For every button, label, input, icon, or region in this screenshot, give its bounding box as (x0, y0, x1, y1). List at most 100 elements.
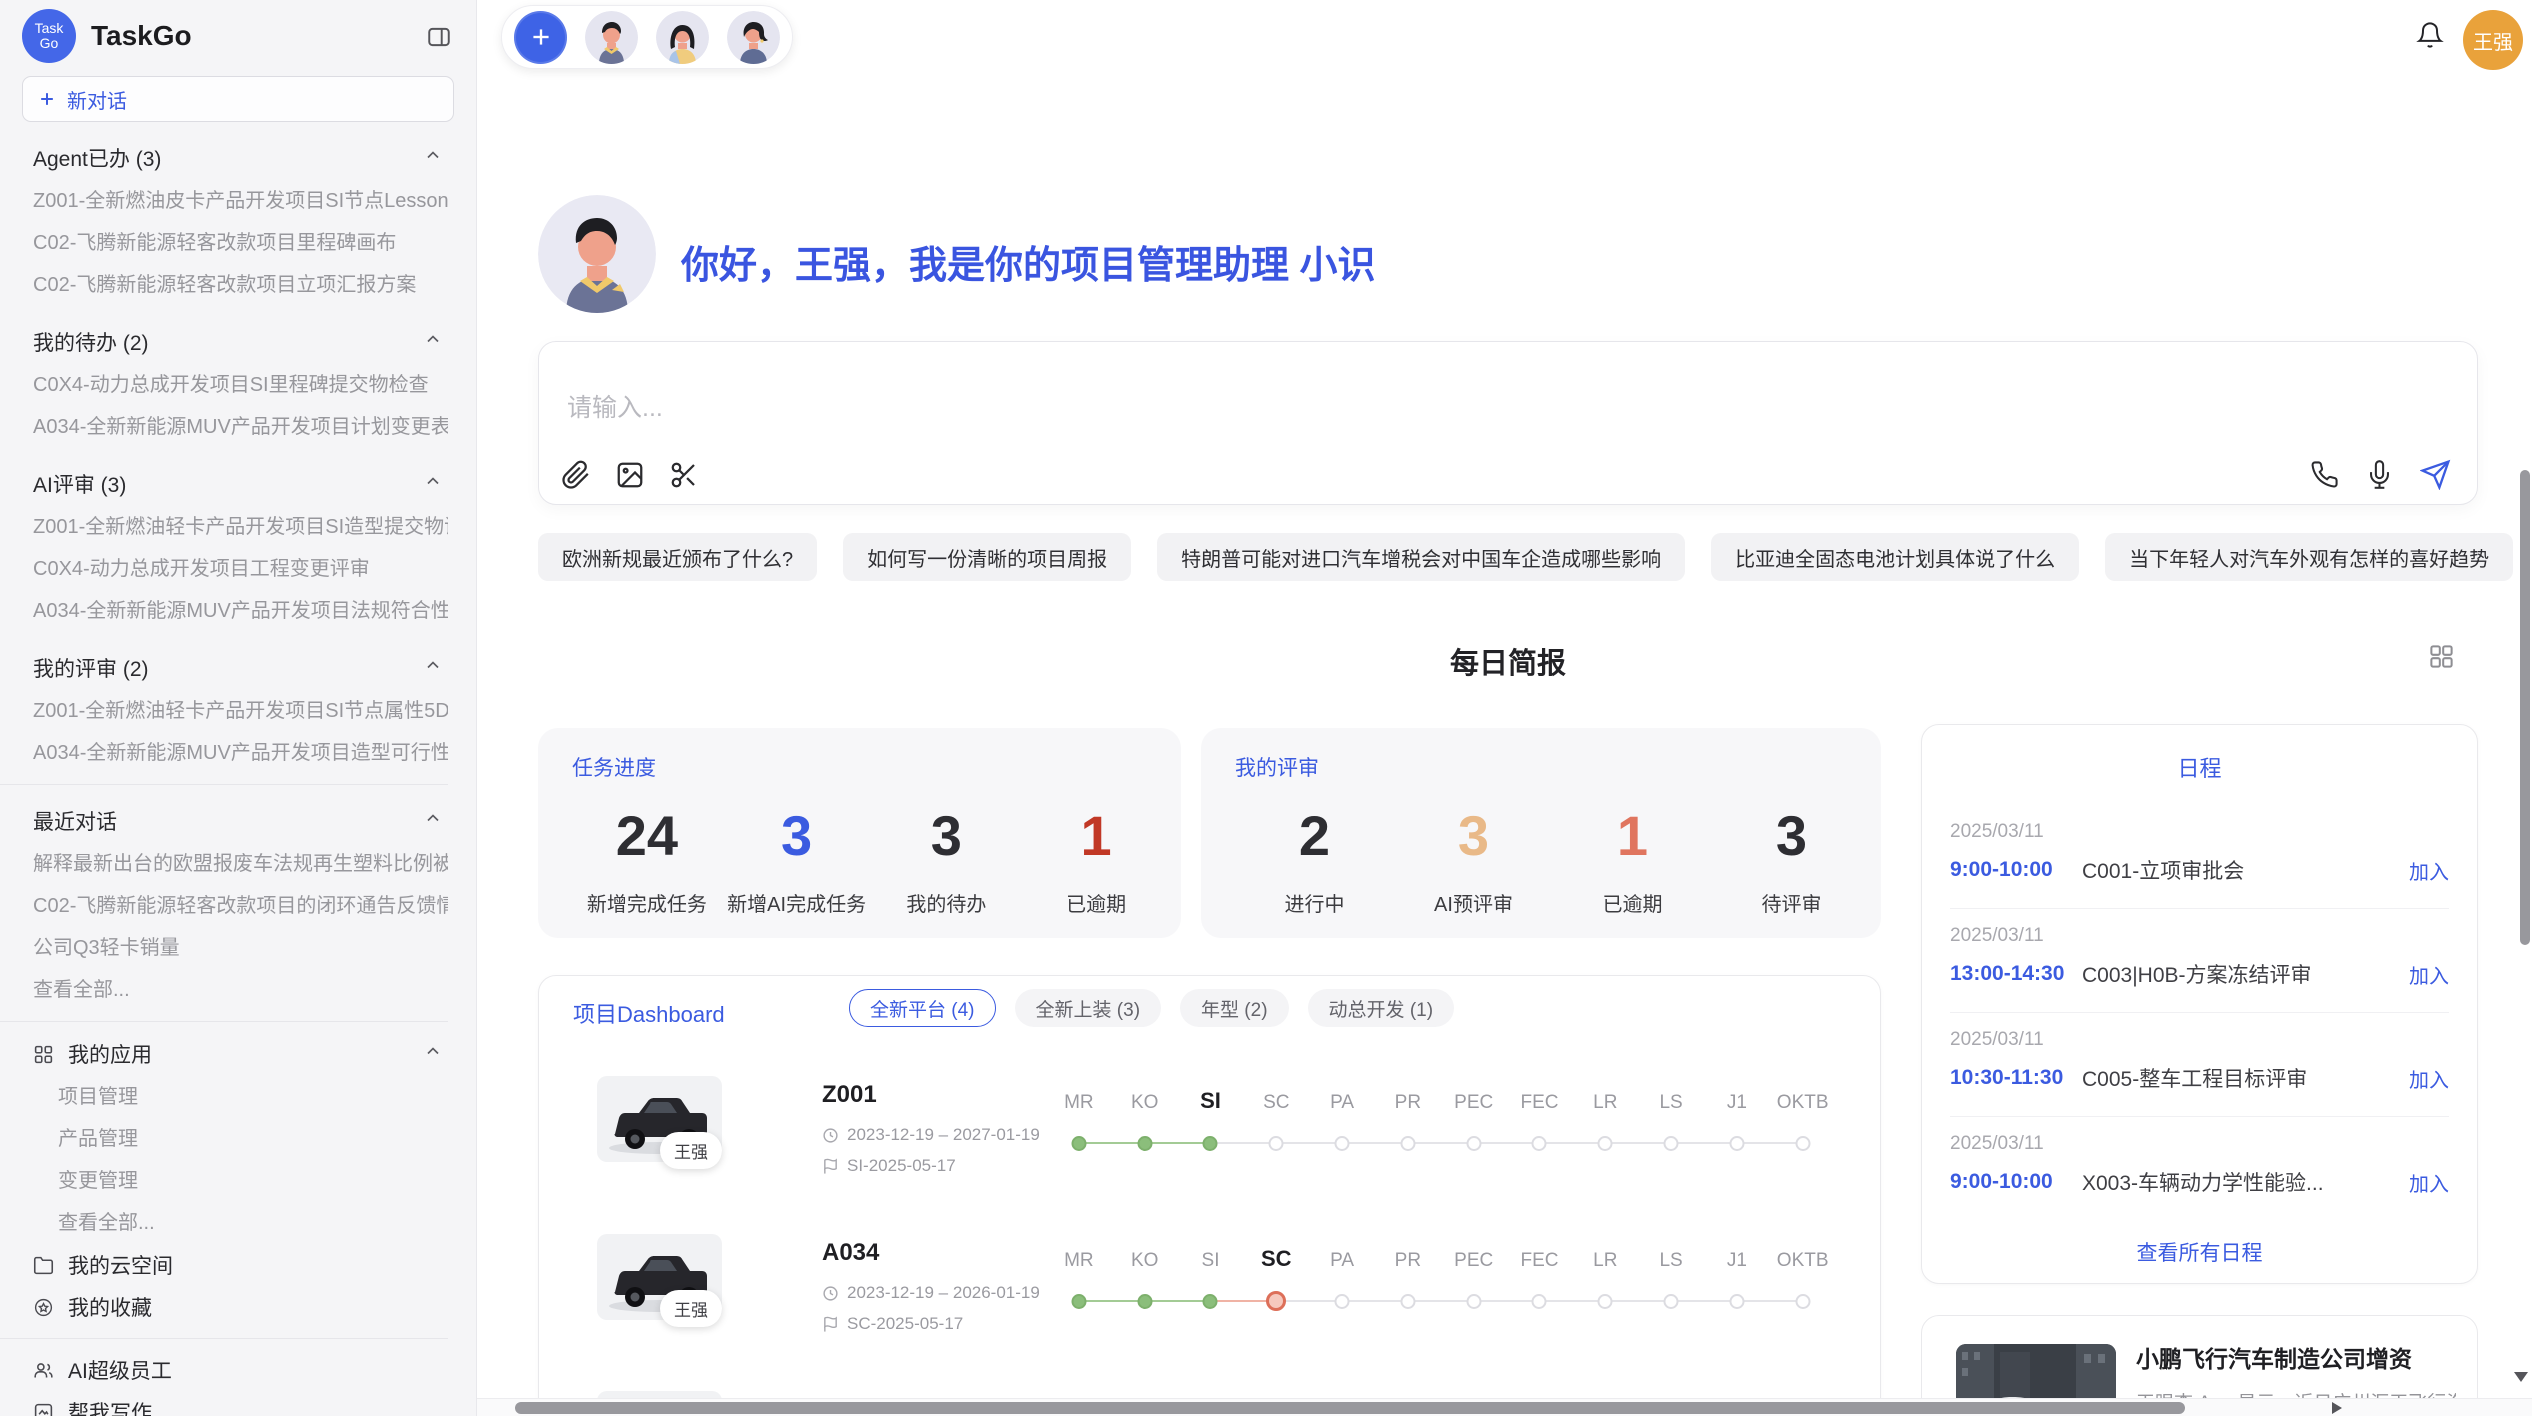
event-title: C003|H0B-方案冻结评审 (2082, 959, 2409, 989)
list-item[interactable]: C02-飞腾新能源轻客改款项目的闭环通告反馈情况 (0, 885, 448, 927)
horizontal-scrollbar[interactable] (477, 1398, 2532, 1416)
horizontal-scrollbar-thumb[interactable] (515, 1402, 2185, 1414)
chevron-up-icon[interactable] (423, 1041, 443, 1067)
suggestion-chip[interactable]: 如何写一份清晰的项目周报 (843, 533, 1131, 581)
milestone: FEC (1507, 1076, 1573, 1176)
section-ai-review[interactable]: AI评审 (3) (0, 462, 448, 506)
section-my-review[interactable]: 我的评审 (2) (0, 646, 448, 690)
milestone-dot (1203, 1294, 1218, 1309)
app-link-change[interactable]: 变更管理 (0, 1160, 448, 1202)
composer-left-icons (561, 460, 699, 490)
milestone-dot (1269, 1136, 1284, 1151)
favorites-link[interactable]: 我的收藏 (0, 1286, 448, 1328)
list-item[interactable]: Z001-全新燃油轻卡产品开发项目SI节点属性5D文件评审 (0, 690, 448, 732)
scissors-icon[interactable] (669, 460, 699, 490)
clock-icon (822, 1285, 839, 1302)
image-icon[interactable] (615, 460, 645, 490)
project-row[interactable]: 王强 Z001 2023-12-19 – 2027-01-19 SI-2025-… (539, 1076, 1880, 1226)
ai-employee-link[interactable]: AI超级员工 (0, 1349, 448, 1391)
milestone-timeline: MR KO SI SC PA PR PEC FEC LR LS J1 OKTB (1046, 1234, 1836, 1334)
list-item[interactable]: C02-飞腾新能源轻客改款项目立项汇报方案 (0, 264, 448, 306)
join-link[interactable]: 加入 (2409, 960, 2449, 989)
stat: 24 新增完成任务 (572, 808, 722, 917)
scroll-down-arrow[interactable] (2514, 1372, 2528, 1382)
list-item[interactable]: C0X4-动力总成开发项目SI里程碑提交物检查 (0, 364, 448, 406)
logo-text-bottom: Go (40, 36, 59, 51)
logo-row: Task Go TaskGo (0, 0, 476, 72)
view-all-schedule-link[interactable]: 查看所有日程 (1922, 1237, 2477, 1267)
tab-powertrain[interactable]: 动总开发 (1) (1308, 989, 1455, 1027)
write-doc-icon (33, 1402, 54, 1416)
join-link[interactable]: 加入 (2409, 856, 2449, 885)
milestone: MR (1046, 1234, 1112, 1334)
chevron-up-icon[interactable] (423, 808, 443, 834)
event-title: C001-立项审批会 (2082, 855, 2409, 885)
attachment-icon[interactable] (561, 460, 591, 490)
suggestion-chip[interactable]: 欧洲新规最近颁布了什么? (538, 533, 817, 581)
list-item[interactable]: Z001-全新燃油皮卡产品开发项目SI节点Lesson Learn报告 (0, 180, 448, 222)
section-my-todo[interactable]: 我的待办 (2) (0, 320, 448, 364)
tab-platform[interactable]: 全新平台 (4) (849, 989, 996, 1027)
chevron-up-icon[interactable] (423, 145, 443, 171)
section-agent-done[interactable]: Agent已办 (3) (0, 136, 448, 180)
list-item[interactable]: C0X4-动力总成开发项目工程变更评审 (0, 548, 448, 590)
event-date: 2025/03/11 (1950, 1013, 2449, 1051)
cloud-space-link[interactable]: 我的云空间 (0, 1244, 448, 1286)
microphone-icon[interactable] (2365, 460, 2394, 489)
suggestion-chip[interactable]: 比亚迪全固态电池计划具体说了什么 (1711, 533, 2079, 581)
clock-icon (822, 1127, 839, 1144)
owner-badge: 王强 (660, 1132, 722, 1169)
milestone: PEC (1441, 1076, 1507, 1176)
section-my-apps[interactable]: 我的应用 (0, 1032, 448, 1076)
sidebar-nav: Agent已办 (3) Z001-全新燃油皮卡产品开发项目SI节点Lesson … (0, 136, 476, 1416)
chevron-up-icon[interactable] (423, 655, 443, 681)
tab-upfit[interactable]: 全新上装 (3) (1015, 989, 1162, 1027)
join-link[interactable]: 加入 (2409, 1064, 2449, 1093)
help-writing-link[interactable]: 帮我写作 (0, 1391, 448, 1416)
tab-model-year[interactable]: 年型 (2) (1180, 989, 1289, 1027)
list-item[interactable]: C02-飞腾新能源轻客改款项目里程碑画布 (0, 222, 448, 264)
app-link-project[interactable]: 项目管理 (0, 1076, 448, 1118)
view-all-chats[interactable]: 查看全部... (0, 969, 448, 1011)
join-link[interactable]: 加入 (2409, 1168, 2449, 1197)
section-recent-chats[interactable]: 最近对话 (0, 799, 448, 843)
list-item[interactable]: 解释最新出台的欧盟报废车法规再生塑料比例被调至15%... (0, 843, 448, 885)
agent-avatar[interactable] (656, 11, 709, 64)
user-avatar[interactable]: 王强 (2463, 10, 2523, 70)
project-dates: 2023-12-19 – 2026-01-19 (822, 1283, 1040, 1303)
divider (0, 784, 448, 785)
milestone-dot (1795, 1294, 1810, 1309)
project-row[interactable]: 王强 A034 2023-12-19 – 2026-01-19 SC-2025-… (539, 1234, 1880, 1384)
stats-row: 任务进度 24 新增完成任务 3 新增AI完成任务 3 我的待办 (538, 728, 1881, 938)
add-session-button[interactable] (514, 11, 567, 64)
chevron-up-icon[interactable] (423, 329, 443, 355)
layout-grid-icon[interactable] (2428, 643, 2455, 670)
phone-call-icon[interactable] (2310, 460, 2339, 489)
app-link-product[interactable]: 产品管理 (0, 1118, 448, 1160)
plus-icon (528, 24, 554, 50)
stat: 3 待评审 (1712, 808, 1871, 917)
list-item[interactable]: 公司Q3轻卡销量 (0, 927, 448, 969)
my-review-card: 我的评审 2 进行中 3 AI预评审 1 已逾期 3 (1201, 728, 1881, 938)
list-item[interactable]: A034-全新新能源MUV产品开发项目法规符合性评审 (0, 590, 448, 632)
milestone: SC (1243, 1076, 1309, 1176)
view-all-apps[interactable]: 查看全部... (0, 1202, 448, 1244)
chevron-up-icon[interactable] (423, 471, 443, 497)
agent-avatar[interactable] (727, 11, 780, 64)
scroll-right-arrow[interactable] (2332, 1402, 2342, 1414)
send-icon[interactable] (2420, 459, 2451, 490)
suggestion-chip[interactable]: 特朗普可能对进口汽车增税会对中国车企造成哪些影响 (1157, 533, 1685, 581)
milestone-dot (1598, 1136, 1613, 1151)
list-item[interactable]: Z001-全新燃油轻卡产品开发项目SI造型提交物评审 (0, 506, 448, 548)
notification-bell-icon[interactable] (2416, 21, 2444, 49)
list-item[interactable]: A034-全新新能源MUV产品开发项目造型可行性评审 (0, 732, 448, 774)
stat: 3 新增AI完成任务 (722, 808, 872, 917)
vertical-scrollbar-thumb[interactable] (2520, 470, 2530, 945)
new-chat-button[interactable]: 新对话 (22, 76, 454, 122)
suggestion-chip[interactable]: 当下年轻人对汽车外观有怎样的喜好趋势 (2105, 533, 2513, 581)
chat-input[interactable] (567, 394, 1467, 423)
list-item[interactable]: A034-全新新能源MUV产品开发项目计划变更表编写 (0, 406, 448, 448)
milestone-dot (1729, 1136, 1744, 1151)
sidebar-collapse-icon[interactable] (426, 24, 452, 50)
agent-avatar[interactable] (585, 11, 638, 64)
